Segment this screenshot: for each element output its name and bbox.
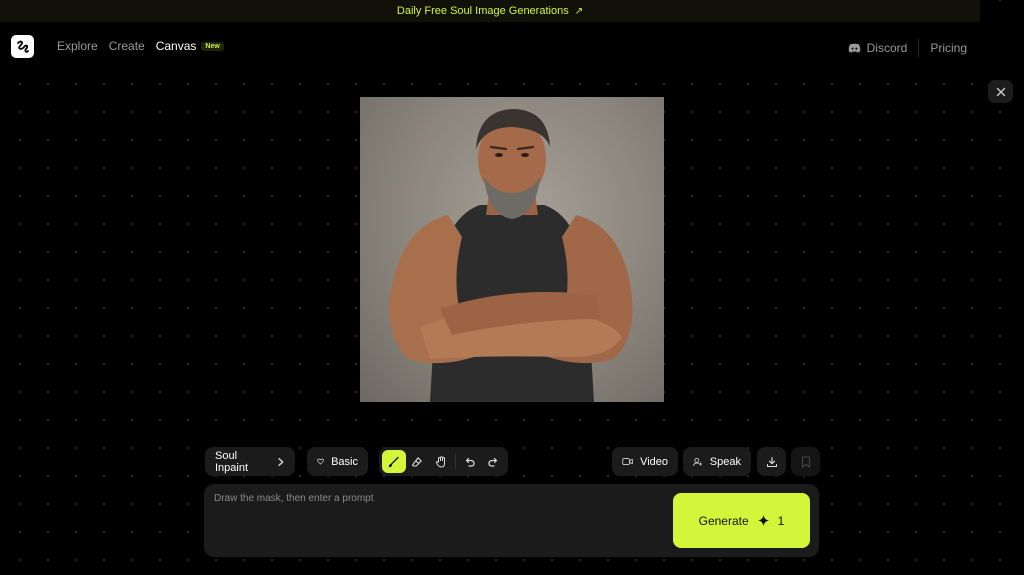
redo-icon (488, 457, 498, 467)
discord-icon (848, 43, 860, 53)
prompt-input[interactable] (214, 493, 654, 543)
brush-tool[interactable] (382, 450, 406, 473)
nav-explore[interactable]: Explore (57, 39, 98, 53)
close-icon (996, 87, 1005, 96)
video-button[interactable]: Video (612, 447, 678, 476)
generate-label: Generate (698, 513, 749, 528)
canvas-stage: Daily Free Soul Image Generations ↗ Expl… (0, 0, 1024, 575)
speak-icon (693, 457, 703, 466)
redo-button[interactable] (481, 450, 505, 473)
close-button[interactable] (988, 80, 1013, 103)
speak-button[interactable]: Speak (683, 447, 751, 476)
bookmark-button[interactable] (791, 447, 820, 476)
chevron-right-icon (278, 457, 285, 466)
canvas-image[interactable] (360, 97, 664, 402)
sparkle-icon (757, 515, 769, 526)
generate-count: 1 (777, 513, 785, 528)
model-label[interactable]: Soul Inpaint (215, 450, 270, 474)
top-header: Explore Create Canvas New Discord Pricin… (0, 22, 1024, 70)
download-icon (766, 456, 777, 467)
undo-button[interactable] (458, 450, 482, 473)
pricing-link[interactable]: Pricing (919, 41, 967, 55)
main-nav: Explore Create Canvas New (57, 39, 224, 53)
video-label[interactable]: Video (640, 456, 668, 468)
prompt-panel: Generate 1 (204, 484, 819, 557)
logo-icon[interactable] (11, 35, 34, 58)
brush-icon (388, 456, 399, 467)
mask-tools (379, 447, 508, 476)
download-button[interactable] (757, 447, 786, 476)
external-arrow-icon: ↗ (574, 5, 584, 17)
style-selector[interactable]: Basic (307, 447, 368, 476)
model-selector[interactable]: Soul Inpaint (205, 447, 295, 476)
bookmark-icon (801, 455, 810, 468)
pan-tool[interactable] (429, 450, 453, 473)
discord-label[interactable]: Discord (867, 41, 908, 55)
discord-link[interactable]: Discord (848, 41, 919, 55)
nav-create[interactable]: Create (109, 39, 145, 53)
header-right: Discord Pricing (848, 39, 967, 57)
hand-icon (436, 455, 446, 468)
nav-canvas[interactable]: Canvas (156, 39, 197, 53)
generate-button[interactable]: Generate 1 (673, 493, 810, 548)
promo-banner[interactable]: Daily Free Soul Image Generations ↗ (0, 0, 980, 22)
eraser-icon (412, 456, 423, 467)
undo-icon (465, 457, 475, 467)
heart-icon (317, 458, 324, 465)
promo-banner-text[interactable]: Daily Free Soul Image Generations (397, 5, 569, 17)
new-badge: New (201, 41, 224, 51)
tool-divider (454, 454, 456, 469)
eraser-tool[interactable] (406, 450, 430, 473)
style-label[interactable]: Basic (331, 456, 358, 468)
speak-label[interactable]: Speak (710, 456, 741, 468)
video-icon (622, 458, 633, 465)
